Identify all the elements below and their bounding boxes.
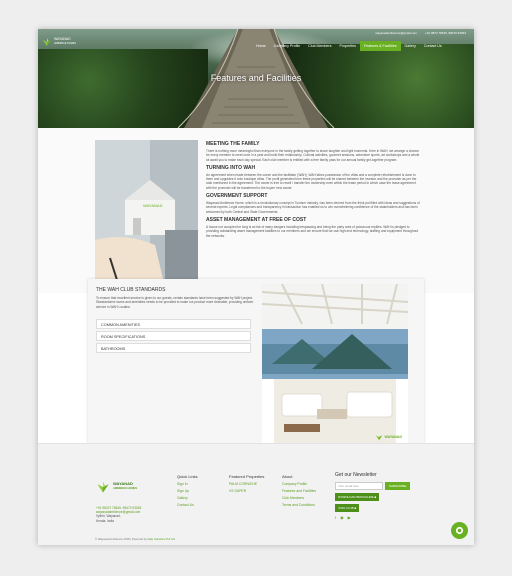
- footer: WAYANAD AMBIENCE HOMES +91 98472 78645, …: [38, 443, 474, 545]
- hero-banner: WAYANAD AMBIENCE HOMES wayanadambience@g…: [38, 29, 474, 128]
- features-text: MEETING THE FAMILY There is nothing more…: [206, 141, 421, 241]
- footer-address-line2: Kerala, India: [96, 518, 114, 523]
- standards-description: To ensure that excellent service is give…: [96, 296, 254, 309]
- accordion-bathrooms[interactable]: BATHROOMS: [96, 343, 251, 353]
- topbar-phone[interactable]: +91 9872 78645, 98470 93063: [425, 31, 466, 35]
- leaf-logo-icon: [375, 435, 382, 441]
- section-heading: MEETING THE FAMILY: [206, 141, 260, 147]
- link-club-members[interactable]: Club Members: [282, 496, 316, 500]
- quick-links: Quick Links Sign In Sign Up Gallery Cont…: [177, 474, 198, 510]
- section-heading: TURNING INTO WAH: [206, 164, 256, 171]
- brand-tagline: AMBIENCE HOMES: [54, 42, 76, 45]
- social-links: f ◉ ▶: [335, 515, 410, 520]
- svg-text:WAYANAD: WAYANAD: [143, 203, 163, 208]
- main-nav: Home Company Profile Club Members Proper…: [252, 41, 446, 51]
- accordion-common-amenities[interactable]: COMMON AMENITIES: [96, 319, 251, 329]
- link-company-profile[interactable]: Company Profile: [282, 482, 316, 486]
- brand-logo[interactable]: WAYANAD AMBIENCE HOMES: [42, 35, 78, 49]
- about-links: About Company Profile Features and Facil…: [282, 474, 316, 510]
- page-title: Features and Facilities: [210, 73, 302, 83]
- quick-links-title: Quick Links: [177, 474, 198, 479]
- subscribe-button[interactable]: SUBSCRIBE: [385, 482, 411, 490]
- featured-title: Featured Properties: [229, 474, 265, 479]
- leaf-logo-icon: [97, 481, 109, 493]
- featured-properties: Featured Properties PALM CORNICHE VS SUP…: [229, 474, 264, 496]
- watermark-text: WAYANAD: [384, 435, 402, 439]
- living-room-image: WAYANAD: [262, 284, 408, 449]
- nav-home[interactable]: Home: [252, 41, 270, 51]
- section-body: An agreement when made between the owner…: [206, 172, 417, 190]
- section-body: There is nothing more meaningful than ev…: [206, 149, 420, 162]
- footer-logo[interactable]: WAYANAD AMBIENCE HOMES: [96, 480, 137, 494]
- footer-contact: +91 98472 78645, 98470 93063 wayanadambi…: [96, 506, 141, 523]
- download-brochure-label: DOWNLOAD BROCHURE: [338, 495, 374, 499]
- join-club-button[interactable]: JOIN CLUB ■: [335, 504, 360, 512]
- link-terms[interactable]: Terms and Conditions: [282, 503, 316, 507]
- link-vs-super[interactable]: VS SUPER: [229, 489, 264, 493]
- link-sign-up[interactable]: Sign Up: [177, 489, 198, 493]
- newsletter: Get our Newsletter Your email here SUBSC…: [335, 472, 411, 520]
- nav-company-profile[interactable]: Company Profile: [270, 41, 305, 51]
- instagram-icon[interactable]: ◉: [340, 515, 344, 520]
- section-heading: GOVERNMENT SUPPORT: [206, 193, 268, 200]
- copyright-link[interactable]: Dale Solutions Pvt Ltd: [147, 537, 175, 541]
- watermark-logo: WAYANAD: [375, 433, 402, 441]
- standards-section: THE WAH CLUB STANDARDS To ensure that ex…: [88, 279, 424, 451]
- newsletter-title: Get our Newsletter: [335, 472, 377, 478]
- link-gallery[interactable]: Gallery: [177, 496, 198, 500]
- youtube-icon[interactable]: ▶: [348, 515, 351, 520]
- nav-gallery[interactable]: Gallery: [401, 41, 420, 51]
- features-section: WAYANAD MEETING THE FAMILY There is noth…: [38, 128, 474, 293]
- chat-button[interactable]: [451, 522, 468, 539]
- copyright-text: © Wayanad Ambience 2018 | Powered by: [95, 537, 147, 541]
- accordion-room-specifications[interactable]: ROOM SPECIFICATIONS: [96, 331, 251, 341]
- page: WAYANAD AMBIENCE HOMES wayanadambience@g…: [38, 29, 474, 545]
- copyright: © Wayanad Ambience 2018 | Powered by Dal…: [95, 537, 175, 541]
- facebook-icon[interactable]: f: [335, 515, 336, 520]
- nav-features-facilities[interactable]: Features & Facilities: [359, 41, 401, 51]
- topbar: wayanadambience@gmail.com +91 9872 78645…: [375, 31, 466, 35]
- link-sign-in[interactable]: Sign In: [177, 482, 198, 486]
- standards-heading: THE WAH CLUB STANDARDS: [96, 287, 166, 293]
- section-body: Wayanad Ambience Home, which is a revolu…: [206, 201, 420, 214]
- file-icon: ■: [354, 506, 357, 510]
- join-club-label: JOIN CLUB: [338, 506, 354, 510]
- link-features[interactable]: Features and Facilities: [282, 489, 316, 493]
- nav-club-members[interactable]: Club Members: [304, 41, 335, 51]
- section-body: A house not occupied for long is at risk…: [206, 224, 419, 238]
- file-icon: ■: [374, 495, 377, 499]
- download-brochure-button[interactable]: DOWNLOAD BROCHURE ■: [335, 493, 380, 501]
- newsletter-email-input[interactable]: Your email here: [335, 482, 383, 490]
- link-palm-corniche[interactable]: PALM CORNICHE: [229, 482, 264, 486]
- leaf-logo-icon: [43, 38, 51, 46]
- nav-properties[interactable]: Properties: [336, 41, 360, 51]
- nav-contact-us[interactable]: Contact Us: [420, 41, 446, 51]
- link-contact-us[interactable]: Contact Us: [177, 503, 198, 507]
- section-heading: ASSET MANAGEMENT AT FREE OF COST: [206, 216, 307, 223]
- about-title: About: [282, 474, 293, 479]
- house-key-image: WAYANAD: [95, 140, 198, 287]
- chat-icon: [455, 526, 464, 535]
- topbar-email[interactable]: wayanadambience@gmail.com: [375, 31, 417, 35]
- footer-brand-tagline: AMBIENCE HOMES: [113, 487, 138, 490]
